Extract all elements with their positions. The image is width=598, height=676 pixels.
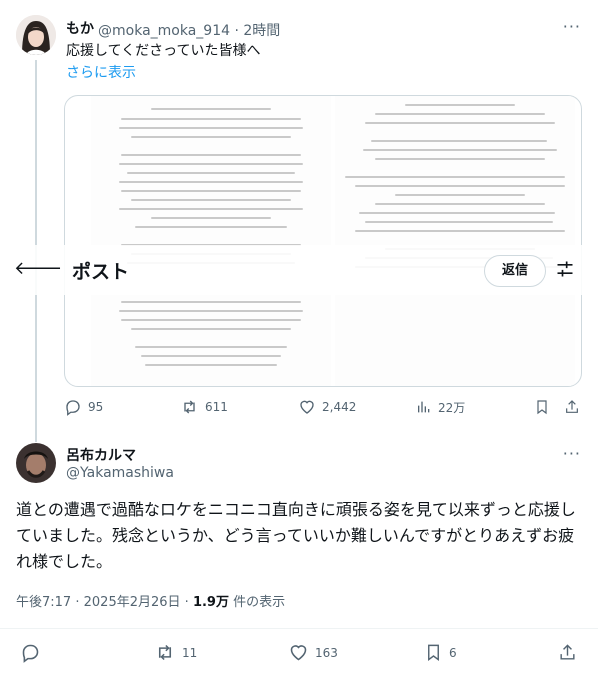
like-icon xyxy=(290,645,307,661)
bookmark-count: 6 xyxy=(449,645,457,660)
author-handle[interactable]: @Yakamashiwa xyxy=(66,465,174,481)
share-icon xyxy=(566,400,578,413)
more-icon[interactable]: ··· xyxy=(563,17,581,36)
repost-icon xyxy=(158,644,172,661)
like-button[interactable]: 2,442 xyxy=(298,398,356,416)
reply-header-button[interactable]: 返信 xyxy=(484,255,546,287)
bookmark-icon xyxy=(537,400,547,415)
bookmark-button[interactable]: 6 xyxy=(424,642,457,663)
reply-icon xyxy=(22,644,39,663)
tune-icon[interactable] xyxy=(555,255,575,283)
repost-button[interactable]: 11 xyxy=(154,642,197,663)
reply-icon xyxy=(66,400,80,416)
statement-page-left xyxy=(91,96,331,386)
post-header: 🡐 ポスト 返信 xyxy=(0,245,598,295)
parent-tweet: もか @moka_moka_914 · 2時間 ··· 応援してくださっていた皆… xyxy=(0,0,598,442)
like-count: 2,442 xyxy=(322,400,357,414)
back-arrow-icon[interactable]: 🡐 xyxy=(14,258,62,279)
repost-icon xyxy=(184,400,195,414)
statement-page-right xyxy=(335,96,575,386)
views-label: 件の表示 xyxy=(228,595,286,610)
author-name[interactable]: もか xyxy=(66,20,94,38)
quote-action-bar: 11 163 6 xyxy=(0,642,598,666)
tweet-time: 2時間 xyxy=(243,23,281,39)
tweet-date[interactable]: 2025年2月26日 xyxy=(84,595,181,610)
repost-count: 611 xyxy=(205,400,228,414)
avatar[interactable] xyxy=(16,15,56,55)
page-title: ポスト xyxy=(72,261,130,283)
author-handle[interactable]: @moka_moka_914 · 2時間 xyxy=(98,20,280,40)
like-button[interactable]: 163 xyxy=(288,642,338,663)
tweet-meta: 午後7:17 · 2025年2月26日 · 1.9万 件の表示 xyxy=(16,595,286,610)
share-icon xyxy=(560,644,575,660)
more-icon[interactable]: ··· xyxy=(563,444,581,463)
views-button[interactable]: 22万 xyxy=(416,398,465,416)
like-count: 163 xyxy=(315,645,338,660)
views-icon xyxy=(418,401,430,413)
divider xyxy=(0,628,598,629)
repost-count: 11 xyxy=(182,645,198,660)
parent-action-bar: 95 611 2,442 22万 xyxy=(0,398,598,422)
tweet-text: 応援してくださっていた皆様へ xyxy=(66,43,261,59)
views-count: 1.9万 xyxy=(192,595,229,610)
bookmark-button[interactable] xyxy=(534,398,550,416)
author-name[interactable]: 呂布カルマ xyxy=(66,445,136,465)
reply-button[interactable] xyxy=(20,642,47,663)
share-button[interactable] xyxy=(558,642,577,663)
share-button[interactable] xyxy=(564,398,580,416)
tweet-text: 道との遭遇で過酷なロケをニコニコ直向きに頑張る姿を見て以来ずっと応援していました… xyxy=(16,500,576,571)
reply-count: 95 xyxy=(88,400,104,414)
like-icon xyxy=(300,400,314,414)
tweet-media-image[interactable] xyxy=(64,95,582,387)
views-count: 22万 xyxy=(438,400,466,415)
repost-button[interactable]: 611 xyxy=(180,398,228,416)
show-more-link[interactable]: さらに表示 xyxy=(66,64,136,82)
avatar[interactable] xyxy=(16,443,56,483)
tweet-time[interactable]: 午後7:17 xyxy=(16,595,71,610)
bookmark-icon xyxy=(428,644,439,662)
reply-button[interactable]: 95 xyxy=(64,398,103,416)
